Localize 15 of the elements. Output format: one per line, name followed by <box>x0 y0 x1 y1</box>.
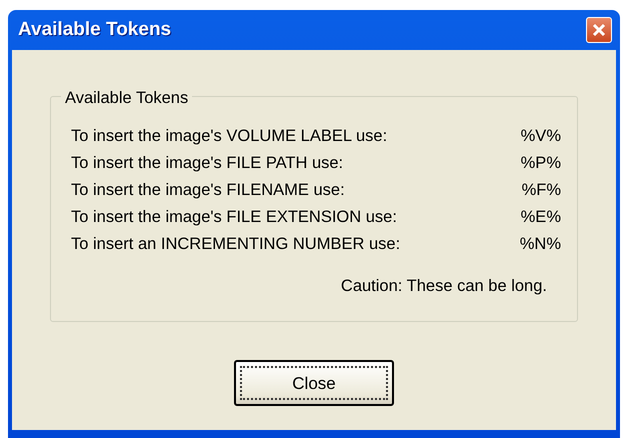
token-label: To insert the image's VOLUME LABEL use: <box>71 126 388 147</box>
token-label: To insert an INCREMENTING NUMBER use: <box>71 234 400 255</box>
token-label: To insert the image's FILENAME use: <box>71 180 345 201</box>
close-icon <box>591 22 607 38</box>
window-title: Available Tokens <box>18 18 172 42</box>
token-label: To insert the image's FILE EXTENSION use: <box>71 207 397 228</box>
token-code: %N% <box>520 234 561 255</box>
token-code: %E% <box>520 207 561 228</box>
token-code: %V% <box>520 126 561 147</box>
close-button[interactable]: Close <box>234 360 394 406</box>
token-code: %P% <box>520 153 561 174</box>
caution-text: Caution: These can be long. <box>340 276 548 297</box>
token-label: To insert the image's FILE PATH use: <box>71 153 344 174</box>
token-code: %F% <box>522 180 561 201</box>
close-button[interactable] <box>586 17 612 43</box>
